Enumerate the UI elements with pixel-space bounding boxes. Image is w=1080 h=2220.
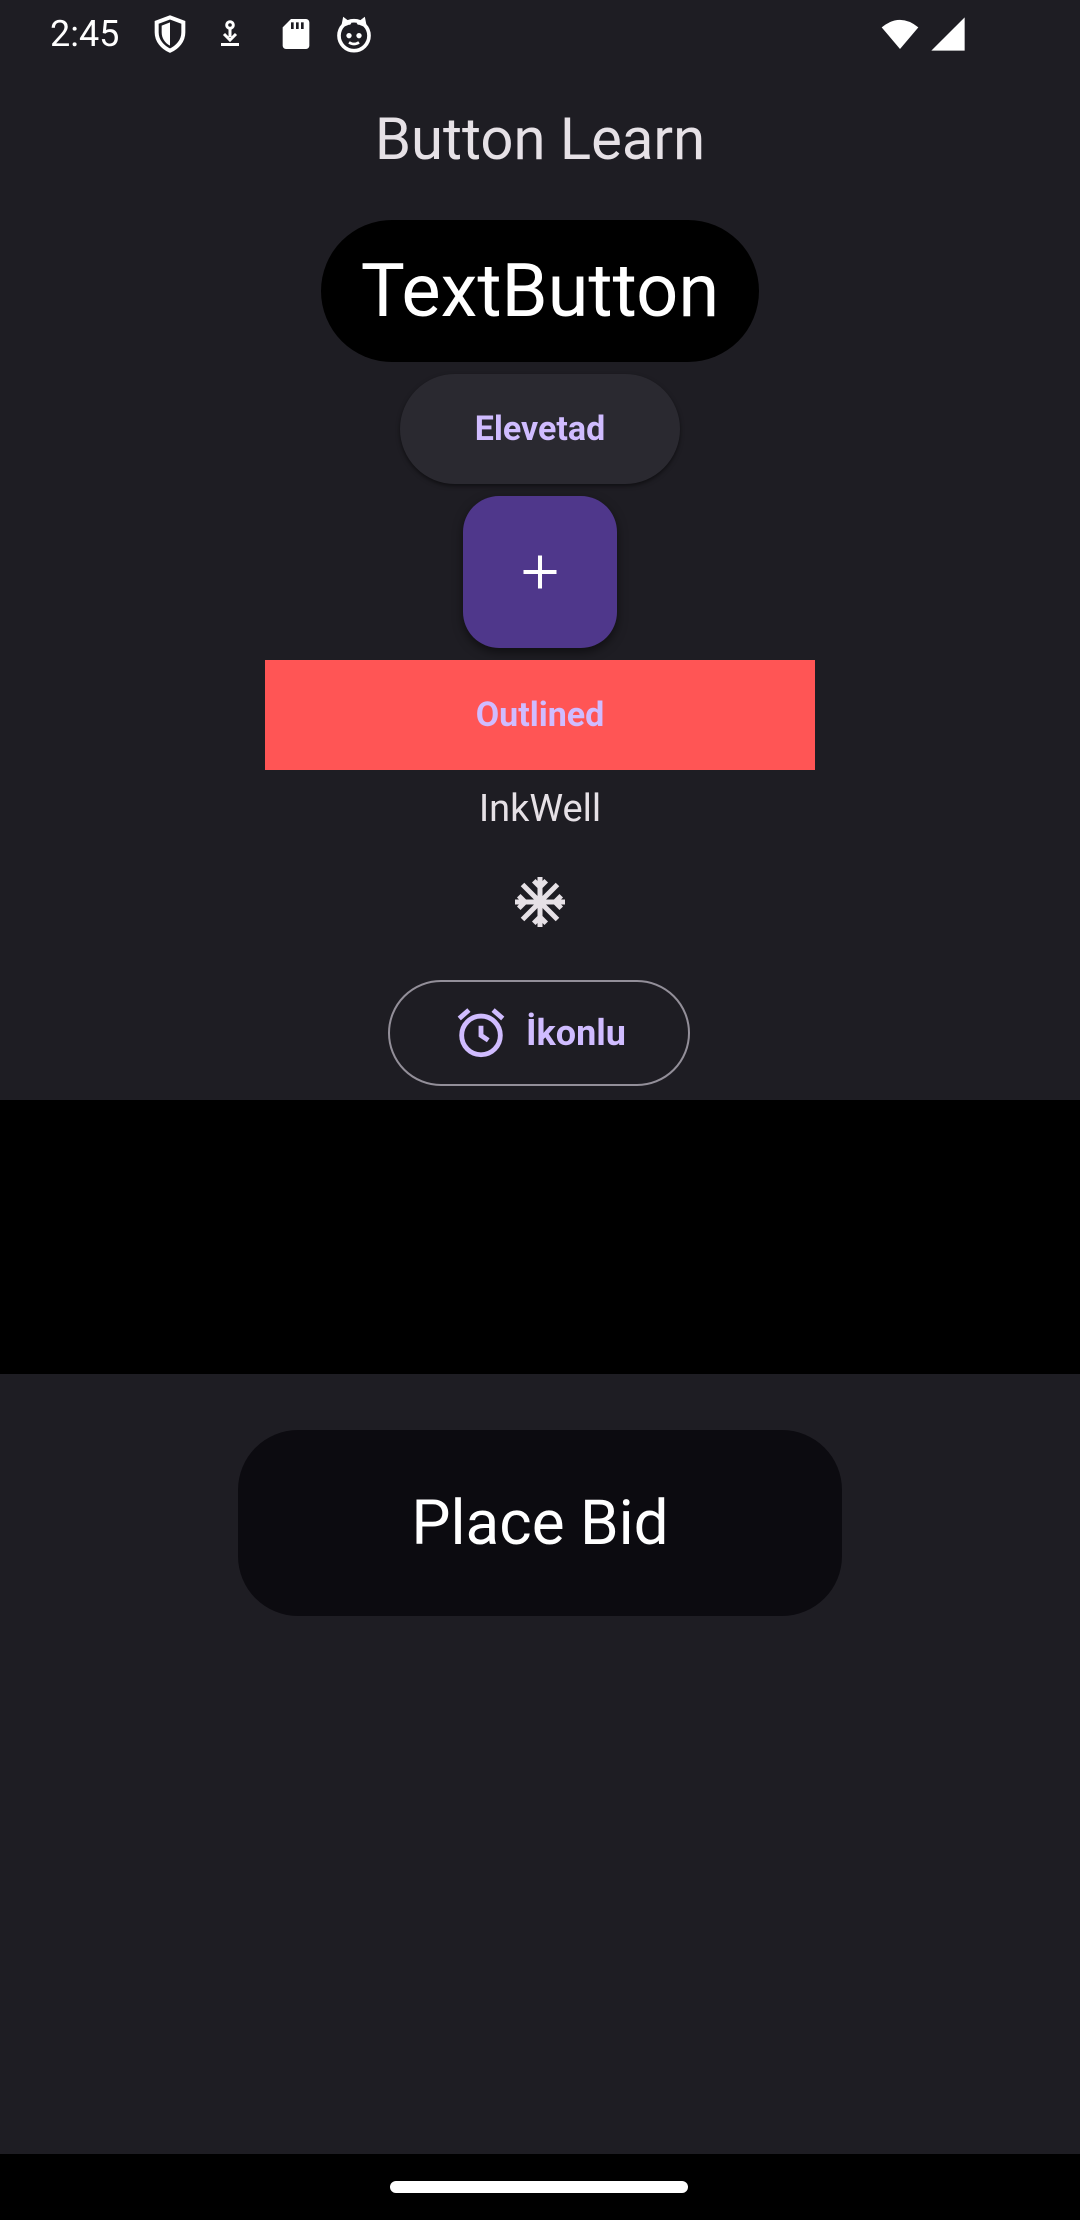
add-icon (523, 555, 557, 589)
elevated-button[interactable]: Elevetad (400, 374, 680, 484)
black-band (0, 1100, 1080, 1374)
add-fab-button[interactable] (463, 496, 617, 648)
download-icon (212, 14, 248, 54)
page-title: Button Learn (374, 106, 706, 174)
snowflake-icon[interactable] (510, 872, 570, 932)
outlined-button-label: Outlined (475, 695, 605, 735)
home-handle[interactable] (390, 2181, 688, 2193)
text-button[interactable]: TextButton (321, 220, 759, 362)
place-bid-button[interactable]: Place Bid (238, 1430, 842, 1616)
cat-face-icon (334, 14, 374, 54)
text-button-label: TextButton (360, 247, 720, 335)
alarm-outlined-button[interactable]: İkonlu (388, 980, 690, 1086)
cell-signal-icon (928, 14, 968, 54)
outlined-button[interactable]: Outlined (265, 660, 815, 770)
place-bid-label: Place Bid (411, 1486, 669, 1560)
elevated-button-label: Elevetad (474, 409, 606, 449)
inkwell-button[interactable]: InkWell (0, 784, 1080, 834)
sd-card-icon (276, 14, 316, 54)
wifi-icon (878, 14, 922, 54)
shield-icon (150, 14, 190, 54)
icon-button-label: İkonlu (526, 1012, 626, 1054)
status-time: 2:45 (50, 13, 120, 55)
alarm-icon (457, 1008, 505, 1058)
inkwell-label: InkWell (478, 787, 602, 831)
